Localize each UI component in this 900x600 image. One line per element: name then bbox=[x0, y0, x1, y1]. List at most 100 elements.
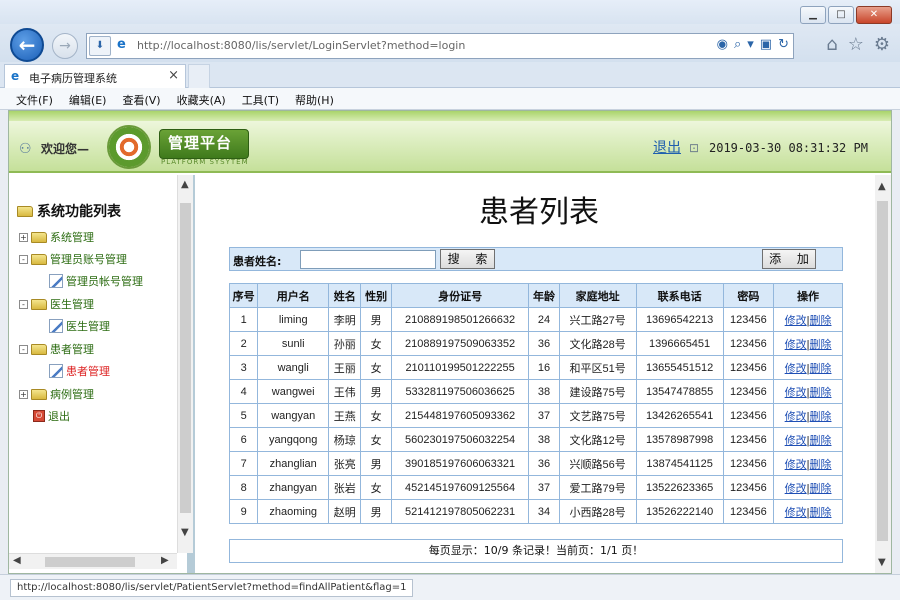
collapse-icon[interactable]: - bbox=[19, 299, 28, 309]
tree-node-label[interactable]: 医生管理 bbox=[50, 296, 94, 312]
settings-gear-icon[interactable]: ⚙ bbox=[874, 34, 890, 55]
menu-edit[interactable]: 编辑(E) bbox=[61, 88, 115, 109]
tree-node-system[interactable]: + 系统管理 bbox=[19, 229, 94, 245]
delete-link[interactable]: 删除 bbox=[810, 339, 832, 351]
download-icon[interactable]: ⬇ bbox=[89, 36, 111, 56]
delete-link[interactable]: 删除 bbox=[810, 387, 832, 399]
search-bar: 患者姓名: 搜 索 添 加 bbox=[229, 247, 843, 271]
new-tab-button[interactable] bbox=[188, 64, 210, 88]
tree-leaf-doctors[interactable]: 医生管理 bbox=[49, 318, 110, 334]
add-button[interactable]: 添 加 bbox=[762, 249, 816, 269]
scroll-left-icon[interactable]: ◀ bbox=[13, 555, 21, 566]
tree-leaf-label-active[interactable]: 患者管理 bbox=[66, 363, 110, 379]
delete-link[interactable]: 删除 bbox=[810, 315, 832, 327]
edit-link[interactable]: 修改 bbox=[785, 339, 807, 351]
tree-leaf-label[interactable]: 医生管理 bbox=[66, 318, 110, 334]
logout-link[interactable]: 退出 bbox=[653, 137, 681, 157]
maximize-button[interactable]: □ bbox=[828, 6, 854, 24]
tree-node-doctors[interactable]: - 医生管理 bbox=[19, 296, 94, 312]
cell-index: 4 bbox=[228, 379, 259, 404]
delete-link[interactable]: 删除 bbox=[810, 435, 832, 447]
menu-help[interactable]: 帮助(H) bbox=[287, 88, 342, 109]
edit-link[interactable]: 修改 bbox=[785, 507, 807, 519]
browser-tab[interactable]: e 电子病历管理系统 × bbox=[4, 64, 186, 88]
cell-address: 文化路28号 bbox=[558, 331, 637, 356]
browser-navigation-bar: ← → ⬇ e http://localhost:8080/lis/servle… bbox=[0, 24, 900, 66]
tree-node-label[interactable]: 系统管理 bbox=[50, 229, 94, 245]
refresh-icon[interactable]: ↻ bbox=[778, 37, 789, 52]
search-button[interactable]: 搜 索 bbox=[440, 249, 495, 269]
cell-age: 24 bbox=[528, 307, 560, 332]
tree-node-label[interactable]: 管理员账号管理 bbox=[50, 251, 127, 267]
col-header: 用户名 bbox=[257, 283, 330, 308]
address-url[interactable]: http://localhost:8080/lis/servlet/LoginS… bbox=[137, 39, 465, 52]
cell-index: 2 bbox=[228, 331, 259, 356]
edit-link[interactable]: 修改 bbox=[785, 411, 807, 423]
close-window-button[interactable]: ✕ bbox=[856, 6, 892, 24]
edit-link[interactable]: 修改 bbox=[785, 387, 807, 399]
scroll-down-icon[interactable]: ▼ bbox=[181, 527, 189, 538]
tree-node-patients[interactable]: - 患者管理 bbox=[19, 341, 94, 357]
image-icon[interactable]: ▣ bbox=[760, 37, 772, 52]
address-bar[interactable]: ⬇ e http://localhost:8080/lis/servlet/Lo… bbox=[86, 33, 794, 59]
cell-password: 123456 bbox=[722, 307, 775, 332]
edit-link[interactable]: 修改 bbox=[785, 363, 807, 375]
patient-name-input[interactable] bbox=[300, 250, 436, 269]
sidebar-horizontal-scrollbar[interactable]: ◀ ▶ bbox=[9, 553, 177, 569]
edit-link[interactable]: 修改 bbox=[785, 483, 807, 495]
scroll-thumb[interactable] bbox=[877, 201, 888, 541]
compat-icon[interactable]: ◉ bbox=[717, 37, 728, 52]
edit-link[interactable]: 修改 bbox=[785, 315, 807, 327]
menu-tools[interactable]: 工具(T) bbox=[234, 88, 287, 109]
expand-icon[interactable]: + bbox=[19, 389, 28, 399]
scroll-thumb[interactable] bbox=[45, 557, 135, 567]
cell-gender: 男 bbox=[360, 379, 392, 404]
col-header: 操作 bbox=[773, 283, 843, 308]
menu-favorites[interactable]: 收藏夹(A) bbox=[169, 88, 234, 109]
collapse-icon[interactable]: - bbox=[19, 254, 28, 264]
cell-phone: 13874541125 bbox=[635, 451, 724, 476]
collapse-icon[interactable]: - bbox=[19, 344, 28, 354]
col-header: 身份证号 bbox=[390, 283, 530, 308]
main-vertical-scrollbar[interactable]: ▲ ▼ bbox=[875, 175, 891, 573]
back-button[interactable]: ← bbox=[10, 28, 44, 62]
edit-link[interactable]: 修改 bbox=[785, 435, 807, 447]
scroll-thumb[interactable] bbox=[180, 203, 191, 513]
tree-leaf-patients[interactable]: 患者管理 bbox=[49, 363, 110, 379]
home-icon[interactable]: ⌂ bbox=[826, 34, 837, 55]
search-icon[interactable]: ⌕ bbox=[734, 37, 741, 52]
edit-link[interactable]: 修改 bbox=[785, 459, 807, 471]
cell-address: 和平区51号 bbox=[558, 355, 637, 380]
tree-leaf-label[interactable]: 管理员帐号管理 bbox=[66, 273, 143, 289]
tree-node-label[interactable]: 退出 bbox=[48, 408, 70, 424]
tree-node-admin-accounts[interactable]: - 管理员账号管理 bbox=[19, 251, 127, 267]
scroll-up-icon[interactable]: ▲ bbox=[878, 181, 886, 192]
delete-link[interactable]: 删除 bbox=[810, 507, 832, 519]
logout-icon[interactable]: ⊡ bbox=[689, 141, 699, 155]
tree-node-cases[interactable]: + 病例管理 bbox=[19, 386, 94, 402]
tree-leaf-admin-accounts[interactable]: 管理员帐号管理 bbox=[49, 273, 143, 289]
scroll-down-icon[interactable]: ▼ bbox=[878, 557, 886, 568]
tree-node-label[interactable]: 患者管理 bbox=[50, 341, 94, 357]
delete-link[interactable]: 删除 bbox=[810, 411, 832, 423]
delete-link[interactable]: 删除 bbox=[810, 363, 832, 375]
dropdown-icon[interactable]: ▾ bbox=[747, 37, 754, 52]
tree-node-label[interactable]: 病例管理 bbox=[50, 386, 94, 402]
favorites-star-icon[interactable]: ☆ bbox=[848, 34, 864, 55]
cell-id-number: 210110199501222255 bbox=[390, 355, 530, 380]
menu-view[interactable]: 查看(V) bbox=[114, 88, 168, 109]
tab-close-icon[interactable]: × bbox=[168, 68, 179, 83]
forward-button[interactable]: → bbox=[52, 33, 78, 59]
scroll-right-icon[interactable]: ▶ bbox=[161, 555, 169, 566]
menu-file[interactable]: 文件(F) bbox=[8, 88, 61, 109]
minimize-button[interactable]: ▁ bbox=[800, 6, 826, 24]
expand-icon[interactable]: + bbox=[19, 232, 28, 242]
cell-actions: 修改|删除 bbox=[773, 475, 843, 500]
delete-link[interactable]: 删除 bbox=[810, 459, 832, 471]
cell-name: 赵明 bbox=[328, 499, 362, 524]
delete-link[interactable]: 删除 bbox=[810, 483, 832, 495]
scroll-up-icon[interactable]: ▲ bbox=[181, 179, 189, 190]
sidebar-vertical-scrollbar[interactable]: ▲ ▼ bbox=[177, 175, 193, 553]
tree-node-exit[interactable]: ⏻ 退出 bbox=[33, 408, 70, 424]
cell-actions: 修改|删除 bbox=[773, 307, 843, 332]
